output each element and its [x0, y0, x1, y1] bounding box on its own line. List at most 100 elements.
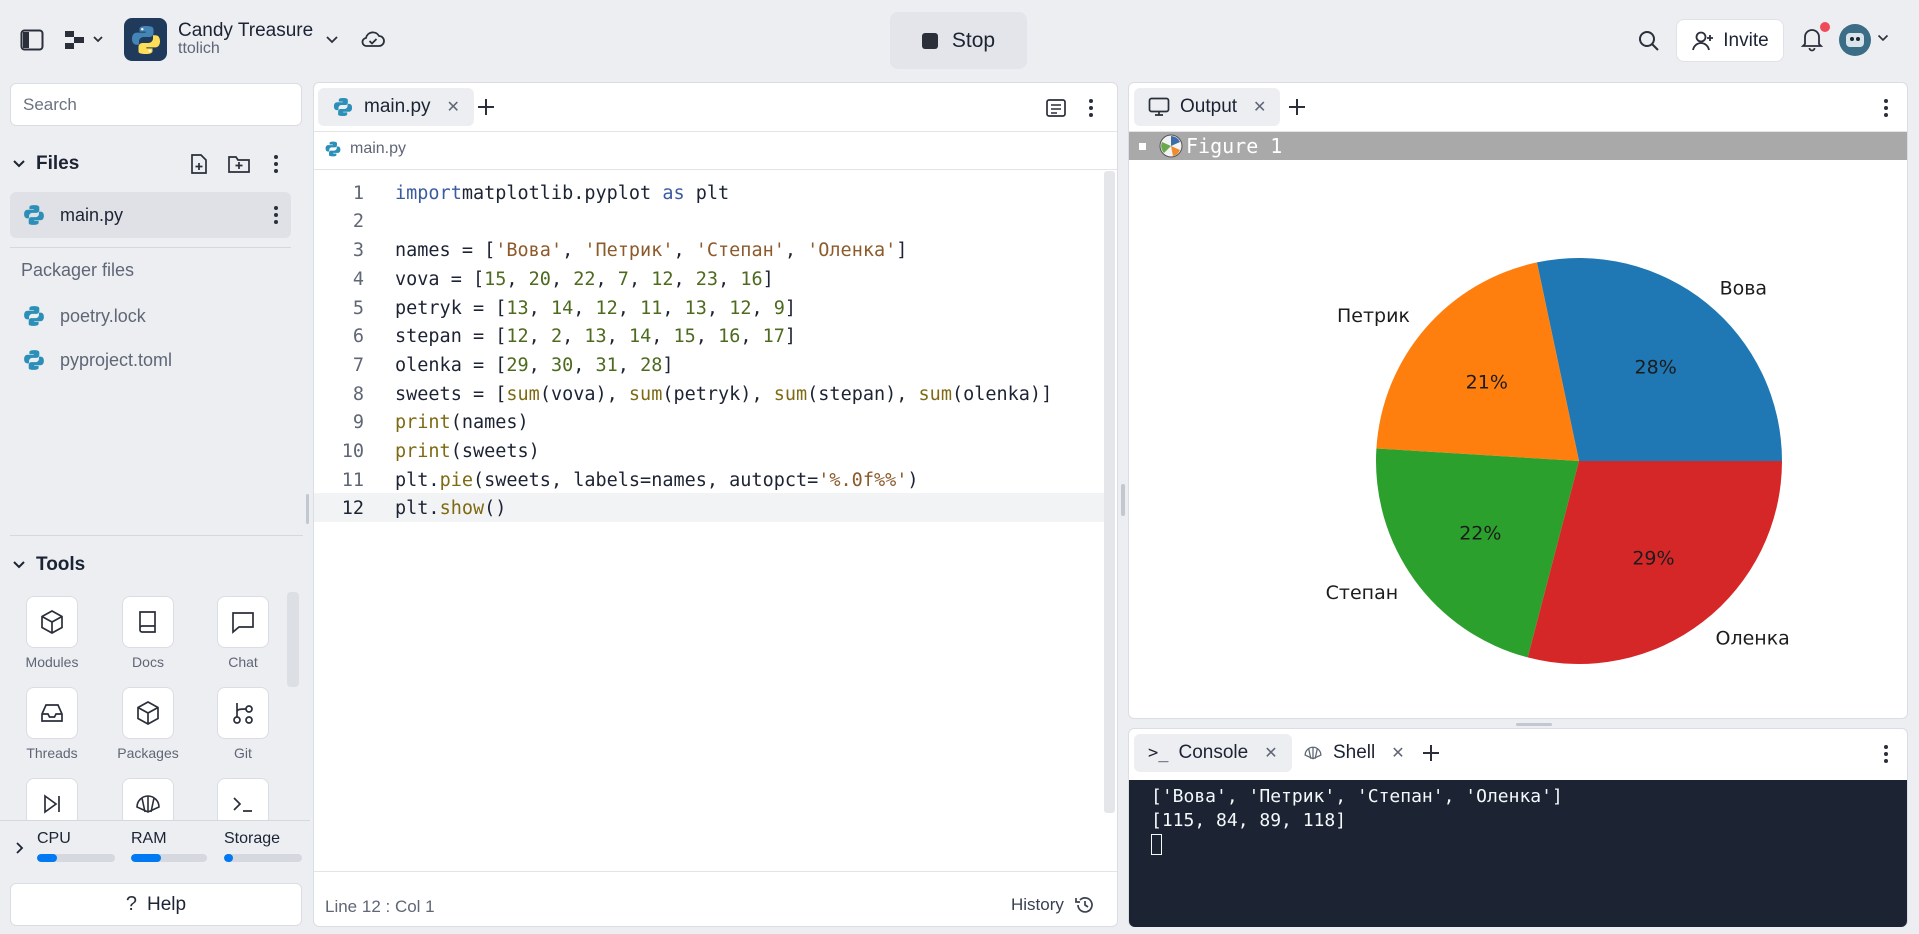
cursor-position[interactable]: Line 12 : Col 1	[325, 897, 435, 917]
divider	[10, 247, 291, 248]
resource-fill	[131, 854, 162, 862]
figure-titlebar[interactable]: Figure 1	[1129, 132, 1907, 160]
files-header: Files	[36, 153, 80, 174]
tool-console-shortcut[interactable]	[198, 778, 288, 820]
tool-packages[interactable]: Packages	[103, 687, 193, 761]
tab-label: Output	[1180, 96, 1238, 117]
window-menu-icon[interactable]	[1139, 142, 1146, 150]
breadcrumb-label: main.py	[350, 140, 407, 157]
file-item-pyproject-toml[interactable]: pyproject.toml	[22, 346, 172, 374]
divider	[314, 131, 1117, 132]
new-file-icon[interactable]	[188, 152, 210, 176]
tool-modules[interactable]: Modules	[7, 596, 97, 670]
code-editor[interactable]: 1 importmatplotlib.pyplot as plt 2 3 names =…	[314, 175, 1104, 815]
figure-title: Figure 1	[1186, 134, 1283, 158]
tool-debugger[interactable]	[7, 778, 97, 820]
add-tab-icon[interactable]	[474, 95, 498, 119]
inbox-icon	[26, 687, 78, 739]
resource-storage: Storage	[224, 830, 302, 862]
package-icon	[122, 687, 174, 739]
line-number: 11	[341, 469, 364, 491]
history-button[interactable]: History	[1011, 895, 1096, 915]
console-cursor	[1151, 834, 1162, 855]
python-file-icon	[333, 97, 353, 117]
add-tab-icon[interactable]	[1285, 95, 1309, 119]
replit-menu-icon[interactable]	[62, 26, 106, 54]
tool-docs[interactable]: Docs	[103, 596, 193, 670]
tool-threads[interactable]: Threads	[7, 687, 97, 761]
console-more-icon[interactable]	[1879, 743, 1893, 765]
resource-bar	[37, 854, 115, 862]
tab-output[interactable]: Output ✕	[1134, 88, 1281, 126]
line-number: 7	[352, 354, 364, 376]
avatar-chevron-icon[interactable]	[1876, 32, 1890, 44]
git-icon	[217, 687, 269, 739]
search-input[interactable]	[10, 83, 302, 126]
code-line: 3 names = ['Вова', 'Петрик', 'Степан', 'О…	[314, 236, 908, 265]
console-output[interactable]: ['Вова', 'Петрик', 'Степан', 'Оленка'] […	[1129, 780, 1907, 927]
close-icon[interactable]: ✕	[1391, 743, 1404, 763]
project-owner[interactable]: ttolich	[178, 40, 220, 58]
close-icon[interactable]: ✕	[1253, 97, 1266, 117]
search-icon[interactable]	[1636, 28, 1662, 54]
chat-icon	[217, 596, 269, 648]
tab-shell[interactable]: Shell ✕	[1289, 734, 1419, 772]
tab-main-py[interactable]: main.py ✕	[318, 88, 474, 126]
close-icon[interactable]: ✕	[1264, 743, 1277, 763]
editor-scrollbar[interactable]	[1104, 171, 1115, 813]
tools-scrollbar[interactable]	[287, 592, 299, 687]
editor-resize-handle[interactable]	[1121, 484, 1125, 516]
file-item-main-py[interactable]: main.py	[10, 192, 291, 238]
pie-data-label: 28%	[1635, 356, 1677, 378]
tools-section-header[interactable]: Tools	[12, 553, 262, 577]
chevron-right-icon[interactable]	[12, 838, 28, 858]
python-file-icon	[325, 141, 341, 157]
tools-grid: Modules Docs Chat Threads Packages Git	[0, 590, 300, 820]
python-file-icon	[24, 205, 44, 225]
invite-button[interactable]: Invite	[1676, 19, 1784, 62]
terminal-icon	[217, 778, 269, 820]
output-more-icon[interactable]	[1879, 97, 1893, 119]
code-line: 11 plt.pie(sweets, labels=names, autopct=…	[314, 466, 919, 495]
help-button[interactable]: ? Help	[10, 883, 302, 926]
line-number: 12	[341, 498, 364, 520]
files-more-icon[interactable]	[268, 152, 284, 176]
sidebar-toggle-icon[interactable]	[18, 27, 46, 53]
file-name: main.py	[60, 204, 124, 225]
new-folder-icon[interactable]	[226, 152, 252, 176]
console-line: [115, 84, 89, 118]	[1151, 810, 1347, 831]
breadcrumb[interactable]: main.py	[324, 140, 406, 158]
resource-bar	[224, 854, 302, 862]
pie-category-label: Вова	[1720, 277, 1768, 299]
cloud-check-icon[interactable]	[359, 28, 387, 52]
shell-icon	[122, 778, 174, 820]
shell-icon	[1304, 746, 1322, 760]
play-step-icon	[26, 778, 78, 820]
matplotlib-icon	[1159, 134, 1183, 158]
sidebar-resize-handle[interactable]	[306, 494, 309, 524]
resource-fill	[37, 854, 57, 862]
tab-console[interactable]: >_ Console ✕	[1134, 734, 1292, 772]
add-tab-icon[interactable]	[1419, 741, 1443, 765]
avatar[interactable]	[1839, 24, 1871, 56]
tool-shell-shortcut[interactable]	[103, 778, 193, 820]
code-text: vova = [15, 20, 22, 7, 12, 23, 16]	[395, 268, 774, 290]
project-name[interactable]: Candy Treasure	[178, 20, 313, 42]
top-bar: Candy Treasure ttolich Stop Invite	[0, 0, 1919, 78]
tool-chat[interactable]: Chat	[198, 596, 288, 670]
tool-label: Packages	[117, 745, 179, 761]
outline-icon[interactable]	[1044, 97, 1068, 119]
file-more-icon[interactable]	[268, 204, 284, 226]
stop-button[interactable]: Stop	[890, 12, 1027, 69]
tool-git[interactable]: Git	[198, 687, 288, 761]
chevron-down-icon[interactable]	[322, 30, 342, 50]
editor-more-icon[interactable]	[1084, 97, 1098, 119]
file-item-poetry-lock[interactable]: poetry.lock	[22, 302, 146, 330]
line-number: 8	[352, 383, 364, 405]
close-icon[interactable]: ✕	[447, 97, 460, 117]
code-text: print(sweets)	[395, 441, 540, 463]
output-pane: Output ✕ Figure 1 28% Вова 21% Петрик 22% Сте…	[1128, 82, 1908, 726]
output-resize-handle[interactable]	[1516, 723, 1552, 726]
book-icon	[122, 596, 174, 648]
chevron-down-icon	[13, 160, 25, 168]
